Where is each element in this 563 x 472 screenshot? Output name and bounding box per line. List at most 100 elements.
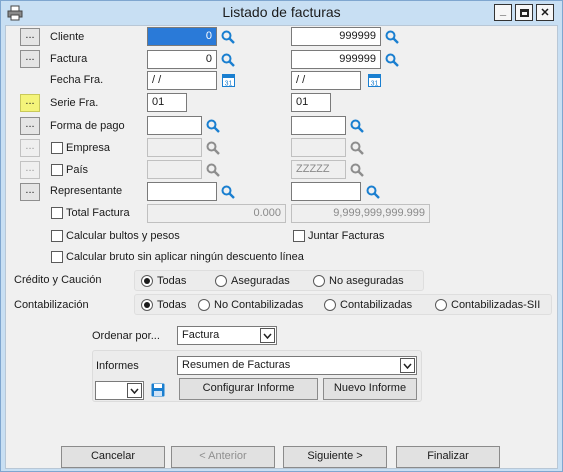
title-bar[interactable]: Listado de facturas _ ✕ (1, 1, 562, 25)
juntar-facturas-checkbox[interactable] (293, 230, 305, 242)
serie-to-input[interactable]: 01 (291, 93, 331, 112)
search-icon[interactable] (221, 185, 235, 199)
ordenar-label: Ordenar por... (92, 330, 160, 342)
pais-to-input[interactable]: ZZZZZ (291, 160, 346, 179)
credito-todas-label: Todas (157, 275, 187, 287)
maximize-icon (519, 8, 529, 17)
juntar-facturas-label: Juntar Facturas (308, 230, 385, 242)
empresa-lookup-button[interactable]: ... (20, 139, 40, 157)
empresa-to-input[interactable] (291, 138, 346, 157)
search-icon (206, 163, 220, 177)
search-icon[interactable] (221, 53, 235, 67)
cliente-label: Cliente (50, 31, 85, 43)
informes-select[interactable]: Resumen de Facturas (177, 356, 417, 375)
serie-label: Serie Fra. (50, 97, 99, 109)
contab-sii-label: Contabilizadas-SII (451, 299, 541, 311)
pais-lookup-button[interactable]: ... (20, 161, 40, 179)
calendar-day: 31 (225, 81, 233, 88)
maximize-button[interactable] (515, 4, 533, 21)
pais-label: País (66, 164, 89, 176)
forma-pago-lookup-button[interactable]: ... (20, 117, 40, 135)
fecha-label: Fecha Fra. (50, 74, 104, 86)
pais-checkbox[interactable] (51, 164, 63, 176)
serie-from-input[interactable]: 01 (147, 93, 187, 112)
credito-label: Crédito y Caución (14, 274, 102, 286)
informes-label: Informes (96, 360, 139, 372)
ordenar-select[interactable]: Factura (177, 326, 277, 345)
credito-todas-radio[interactable] (141, 275, 153, 287)
calcular-bultos-checkbox[interactable] (51, 230, 63, 242)
forma-pago-to-input[interactable] (291, 116, 346, 135)
contabilizacion-label: Contabilización (14, 299, 89, 311)
finalizar-button[interactable]: Finalizar (396, 446, 500, 468)
search-icon (350, 141, 364, 155)
close-button[interactable]: ✕ (536, 4, 554, 21)
forma-pago-from-input[interactable] (147, 116, 202, 135)
total-factura-label: Total Factura (66, 207, 130, 219)
credito-no-aseguradas-radio[interactable] (313, 275, 325, 287)
configurar-informe-button[interactable]: Configurar Informe (179, 378, 318, 400)
save-icon[interactable] (151, 383, 165, 397)
listado-facturas-window: Listado de facturas _ ✕ ... Cliente 0 99… (0, 0, 563, 472)
contab-contabilizadas-radio[interactable] (324, 299, 336, 311)
search-icon (206, 141, 220, 155)
fecha-from-input[interactable]: / / (147, 71, 217, 90)
cliente-to-input[interactable]: 999999 (291, 27, 381, 46)
factura-to-input[interactable]: 999999 (291, 50, 381, 69)
total-factura-checkbox[interactable] (51, 207, 63, 219)
search-icon[interactable] (385, 53, 399, 67)
chevron-down-icon (127, 383, 142, 398)
search-icon[interactable] (221, 30, 235, 44)
contab-sii-radio[interactable] (435, 299, 447, 311)
serie-lookup-button[interactable]: ... (20, 94, 40, 112)
chevron-down-icon (400, 358, 415, 373)
ordenar-value: Factura (182, 329, 220, 341)
cliente-from-input[interactable]: 0 (147, 27, 217, 46)
credito-aseguradas-label: Aseguradas (231, 275, 290, 287)
siguiente-button[interactable]: Siguiente > (283, 446, 387, 468)
cliente-lookup-button[interactable]: ... (20, 28, 40, 46)
informes-value: Resumen de Facturas (182, 359, 291, 371)
contab-todas-radio[interactable] (141, 299, 153, 311)
calendar-day: 31 (371, 81, 379, 88)
representante-to-input[interactable] (291, 182, 361, 201)
empresa-label: Empresa (66, 142, 111, 154)
credito-aseguradas-radio[interactable] (215, 275, 227, 287)
contab-no-contabilizadas-radio[interactable] (198, 299, 210, 311)
calendar-icon[interactable]: 31 (222, 73, 235, 87)
forma-pago-label: Forma de pago (50, 120, 125, 132)
total-from-input[interactable]: 0.000 (147, 204, 286, 223)
empresa-from-input[interactable] (147, 138, 202, 157)
anterior-button[interactable]: < Anterior (171, 446, 275, 468)
calendar-icon[interactable]: 31 (368, 73, 381, 87)
chevron-down-icon (260, 328, 275, 343)
empresa-checkbox[interactable] (51, 142, 63, 154)
representante-from-input[interactable] (147, 182, 217, 201)
total-to-input[interactable]: 9,999,999,999.999 (291, 204, 430, 223)
informe-format-select[interactable] (95, 381, 144, 400)
nuevo-informe-button[interactable]: Nuevo Informe (323, 378, 417, 400)
search-icon[interactable] (385, 30, 399, 44)
window-title: Listado de facturas (222, 4, 341, 20)
representante-label: Representante (50, 185, 123, 197)
factura-lookup-button[interactable]: ... (20, 50, 40, 68)
minimize-icon: _ (499, 4, 507, 17)
cancelar-button[interactable]: Cancelar (61, 446, 165, 468)
fecha-to-input[interactable]: / / (291, 71, 361, 90)
pais-from-input[interactable] (147, 160, 202, 179)
credito-no-aseguradas-label: No aseguradas (329, 275, 404, 287)
calcular-bruto-checkbox[interactable] (51, 251, 63, 263)
contab-todas-label: Todas (157, 299, 187, 311)
close-icon: ✕ (540, 7, 550, 19)
search-icon[interactable] (366, 185, 380, 199)
search-icon[interactable] (206, 119, 220, 133)
search-icon (350, 163, 364, 177)
search-icon[interactable] (350, 119, 364, 133)
representante-lookup-button[interactable]: ... (20, 183, 40, 201)
minimize-button[interactable]: _ (494, 4, 512, 21)
calcular-bruto-label: Calcular bruto sin aplicar ningún descue… (66, 251, 304, 263)
form-panel: ... Cliente 0 999999 ... Factura 0 99999… (5, 25, 558, 469)
factura-from-input[interactable]: 0 (147, 50, 217, 69)
calcular-bultos-label: Calcular bultos y pesos (66, 230, 180, 242)
factura-label: Factura (50, 53, 88, 65)
